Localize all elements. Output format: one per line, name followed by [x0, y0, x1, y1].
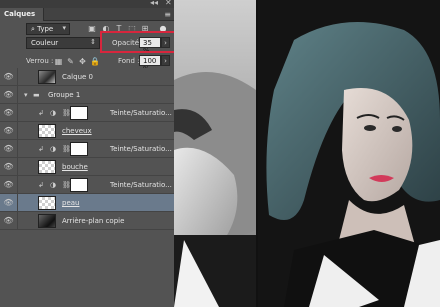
layer-name[interactable]: Teinte/Saturatio...: [110, 109, 172, 117]
blend-mode-select[interactable]: Couleur ⇕: [26, 37, 100, 49]
layer-thumbnail[interactable]: [38, 160, 56, 174]
layer-list: 👁 Calque 0 👁 ▾ ▬ Groupe 1 👁 ↲ ◑ ⛓ Teinte/Saturatio…: [0, 68, 175, 307]
layer-row[interactable]: 👁 ↲ ◑ ⛓ Teinte/Saturatio...: [0, 104, 175, 122]
divider: [17, 68, 18, 86]
divider: [17, 140, 18, 158]
layer-name[interactable]: Groupe 1: [48, 91, 80, 99]
hue-saturation-icon: ◑: [50, 181, 57, 189]
layer-name[interactable]: Calque 0: [62, 73, 93, 81]
visibility-eye-icon[interactable]: 👁: [3, 144, 14, 153]
layer-name[interactable]: bouche: [62, 163, 88, 171]
visibility-eye-icon[interactable]: 👁: [3, 90, 14, 99]
clipping-mask-icon: ↲: [38, 145, 44, 153]
portrait-image: [174, 0, 440, 307]
layer-row[interactable]: 👁 Arrière-plan copie: [0, 212, 175, 230]
collapse-icon[interactable]: ◂◂: [150, 0, 158, 7]
layer-name[interactable]: cheveux: [62, 127, 92, 135]
tab-bar: Calques ≡: [0, 8, 175, 21]
panel-title-bar: ◂◂ ✕: [0, 0, 175, 8]
layer-filter-select[interactable]: ⌕ Type ▾: [26, 23, 70, 35]
divider: [17, 104, 18, 122]
layer-row[interactable]: 👁 cheveux: [0, 122, 175, 140]
visibility-eye-icon[interactable]: 👁: [3, 180, 14, 189]
layer-name[interactable]: Arrière-plan copie: [62, 217, 124, 225]
layer-row[interactable]: 👁 peau: [0, 194, 175, 212]
layer-name[interactable]: peau: [62, 199, 79, 207]
visibility-eye-icon[interactable]: 👁: [3, 198, 14, 207]
divider: [17, 194, 18, 212]
folder-icon: ▬: [33, 91, 40, 99]
panel-menu-icon[interactable]: ≡: [164, 10, 171, 19]
divider: [17, 176, 18, 194]
clipping-mask-icon: ↲: [38, 109, 44, 117]
layer-name[interactable]: Teinte/Saturatio...: [110, 145, 172, 153]
layer-name[interactable]: Teinte/Saturatio...: [110, 181, 172, 189]
clipping-mask-icon: ↲: [38, 181, 44, 189]
layer-row[interactable]: 👁 ▾ ▬ Groupe 1: [0, 86, 175, 104]
divider: [17, 122, 18, 140]
layer-thumbnail[interactable]: [38, 70, 56, 84]
opacity-highlight-box: [100, 31, 176, 53]
fill-label: Fond :: [118, 57, 140, 65]
stepper-icon: ⇕: [90, 38, 96, 46]
visibility-eye-icon[interactable]: 👁: [3, 72, 14, 81]
hue-saturation-icon: ◑: [50, 109, 57, 117]
filter-value: Type: [37, 25, 54, 33]
divider: [17, 86, 18, 104]
divider: [17, 158, 18, 176]
lock-brush-icon[interactable]: ✎: [66, 57, 75, 66]
layer-row[interactable]: 👁 Calque 0: [0, 68, 175, 86]
blend-mode-value: Couleur: [31, 39, 59, 47]
lock-move-icon[interactable]: ✥: [78, 57, 87, 66]
layer-thumbnail[interactable]: [38, 214, 56, 228]
divider: [17, 212, 18, 230]
filter-pixel-icon[interactable]: ▣: [87, 24, 97, 34]
lock-transparency-icon[interactable]: ▦: [54, 57, 63, 66]
visibility-eye-icon[interactable]: 👁: [3, 108, 14, 117]
lock-all-icon[interactable]: 🔒: [90, 57, 100, 66]
layer-row[interactable]: 👁 ↲ ◑ ⛓ Teinte/Saturatio...: [0, 140, 175, 158]
mask-thumbnail[interactable]: [70, 142, 88, 156]
fill-input[interactable]: 100 %: [139, 55, 161, 73]
mask-thumbnail[interactable]: [70, 106, 88, 120]
chevron-down-icon: ▾: [62, 24, 66, 32]
group-expand-icon[interactable]: ▾: [24, 91, 28, 99]
mask-thumbnail[interactable]: [70, 178, 88, 192]
visibility-eye-icon[interactable]: 👁: [3, 216, 14, 225]
document-canvas[interactable]: [174, 0, 440, 307]
tab-calques[interactable]: Calques: [0, 8, 44, 21]
visibility-eye-icon[interactable]: 👁: [3, 126, 14, 135]
layer-row[interactable]: 👁 ↲ ◑ ⛓ Teinte/Saturatio...: [0, 176, 175, 194]
layer-thumbnail[interactable]: [38, 196, 56, 210]
lock-label: Verrou :: [26, 57, 54, 65]
visibility-eye-icon[interactable]: 👁: [3, 162, 14, 171]
fill-dropdown-button[interactable]: ›: [161, 55, 170, 66]
close-icon[interactable]: ✕: [165, 0, 172, 7]
layer-thumbnail[interactable]: [38, 124, 56, 138]
layer-row[interactable]: 👁 bouche: [0, 158, 175, 176]
layers-panel: ◂◂ ✕ Calques ≡ ⌕ Type ▾ ▣ ◐ T ⬚ ⊞ ● Coul…: [0, 0, 176, 307]
hue-saturation-icon: ◑: [50, 145, 57, 153]
